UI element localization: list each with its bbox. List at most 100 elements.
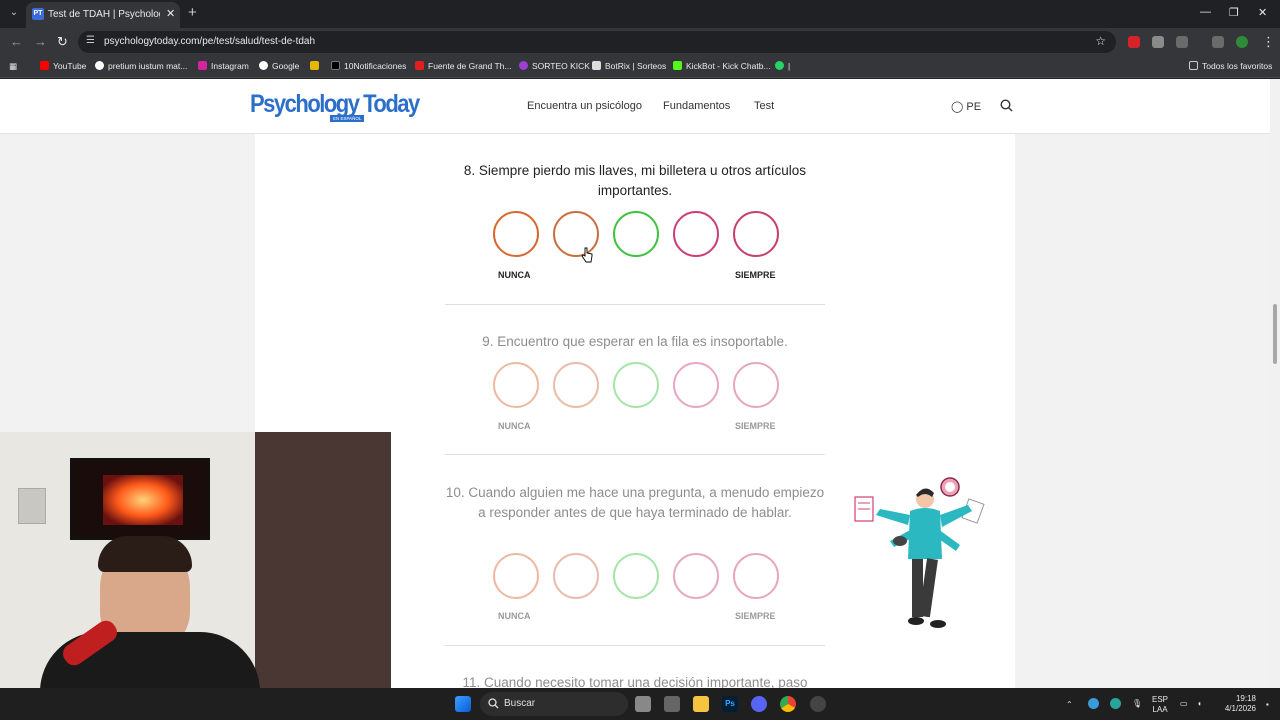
bookmark-google[interactable]: Google (259, 61, 299, 71)
windows-start-icon[interactable] (455, 696, 471, 712)
q9-label-low: NUNCA (498, 421, 531, 431)
webcam-overlay (0, 432, 391, 688)
photoshop-icon[interactable]: Ps (722, 696, 738, 712)
q10-option-5[interactable] (733, 553, 779, 599)
app-icon[interactable] (664, 696, 680, 712)
bookmark-youtube[interactable]: YouTube (40, 61, 86, 71)
lang-text: ESP (1152, 695, 1169, 704)
google-icon (259, 61, 268, 70)
task-view-icon[interactable] (635, 696, 651, 712)
q8-option-5[interactable] (733, 211, 779, 257)
all-bookmarks[interactable]: Todos los favoritos (1189, 61, 1272, 71)
wall-panel (18, 488, 46, 524)
page-scrollbar[interactable] (1270, 79, 1280, 688)
tv-screen (70, 458, 210, 540)
person-hair (98, 536, 192, 572)
logo-subtitle: EN ESPAÑOL (330, 115, 365, 122)
tray-app-icon[interactable] (1088, 698, 1099, 709)
q8-option-4[interactable] (673, 211, 719, 257)
nav-tests[interactable]: Test (754, 100, 774, 112)
whatsapp-icon (775, 61, 784, 70)
q10-option-1[interactable] (493, 553, 539, 599)
time-text: 19:18 (1235, 694, 1256, 703)
q9-label-high: SIEMPRE (735, 421, 776, 431)
region-selector[interactable]: ◯ PE (951, 100, 981, 113)
scrollbar-thumb[interactable] (1273, 304, 1277, 364)
app-icon[interactable] (810, 696, 826, 712)
volume-icon[interactable]: ◖ (1197, 699, 1202, 709)
bookmark-instagram[interactable]: Instagram (198, 61, 249, 71)
bookmark-whatsapp[interactable]: | (775, 61, 790, 71)
q8-label-low: NUNCA (498, 270, 531, 280)
chrome-icon[interactable] (780, 696, 796, 712)
q9-option-1[interactable] (493, 362, 539, 408)
avatar[interactable] (1236, 36, 1248, 48)
nav-basics[interactable]: Fundamentos (663, 100, 730, 112)
language-indicator[interactable]: ESP LAA (1152, 695, 1168, 715)
folder-icon (1189, 61, 1198, 70)
bookmark-botrix[interactable]: BotRix | Sorteos (592, 61, 666, 71)
divider (445, 645, 825, 646)
menu-icon[interactable]: ⋮ (1262, 34, 1275, 50)
bookmark-extension[interactable] (310, 61, 323, 71)
q10-label-low: NUNCA (498, 611, 531, 621)
fireplace-image (103, 475, 183, 525)
clock[interactable]: 19:18 4/1/2026 (1216, 694, 1256, 714)
q10-label-high: SIEMPRE (735, 611, 776, 621)
favicon-icon: PT (32, 8, 44, 20)
lang-layout-text: LAA (1152, 705, 1168, 714)
bookmark-kickbot[interactable]: KickBot - Kick Chatb... (673, 61, 771, 71)
minimize-icon[interactable]: — (1200, 6, 1211, 18)
discord-icon[interactable] (751, 696, 767, 712)
puzzle-icon[interactable] (1176, 36, 1188, 48)
q10-option-3[interactable] (613, 553, 659, 599)
question-8-text: 8. Siempre pierdo mis llaves, mi billete… (463, 163, 807, 198)
reload-icon[interactable]: ↻ (57, 34, 68, 50)
media-icon[interactable] (1212, 36, 1224, 48)
nav-find-psychologist[interactable]: Encuentra un psicólogo (527, 100, 642, 112)
new-tab-icon[interactable]: + (188, 4, 197, 21)
close-tab-icon[interactable]: ✕ (166, 7, 175, 20)
address-bar[interactable]: ☰ psychologytoday.com/pe/test/salud/test… (78, 31, 1116, 53)
q9-option-3[interactable] (613, 362, 659, 408)
q10-option-4[interactable] (673, 553, 719, 599)
bookmark-fuente[interactable]: Fuente de Grand Th... (415, 61, 511, 71)
q8-option-3[interactable] (613, 211, 659, 257)
notification-icon[interactable]: ▪ (1266, 700, 1269, 710)
windows-taskbar: Buscar Ps ⌃ 🎙 ESP LAA ▭ ◖ 19:18 4/1/2026 ▪ (0, 688, 1280, 720)
date-text: 4/1/2026 (1224, 704, 1256, 713)
tray-app-icon[interactable] (1110, 698, 1121, 709)
q9-option-4[interactable] (673, 362, 719, 408)
bookmark-sorteo-kick[interactable]: SORTEO KICK (519, 61, 590, 71)
extension-icon[interactable] (1128, 36, 1140, 48)
taskbar-search[interactable]: Buscar (480, 692, 628, 716)
site-info-icon[interactable]: ☰ (86, 35, 95, 46)
back-icon[interactable]: ← (10, 34, 23, 49)
window-close-icon[interactable]: ✕ (1258, 6, 1267, 19)
microphone-icon[interactable]: 🎙 (1132, 699, 1142, 709)
botrix-icon (592, 61, 601, 70)
q10-option-2[interactable] (553, 553, 599, 599)
hand-cursor-icon (581, 247, 593, 263)
bookmark-notificaciones[interactable]: 10Notificaciones (331, 61, 406, 71)
q9-option-5[interactable] (733, 362, 779, 408)
bookmark-pretium[interactable]: pretium iustum mat... (95, 61, 187, 71)
search-icon[interactable] (1000, 99, 1013, 112)
kick-icon (519, 61, 528, 70)
url-text: psychologytoday.com/pe/test/salud/test-d… (104, 36, 316, 47)
apps-icon[interactable]: ▦ (9, 61, 17, 72)
network-icon[interactable]: ▭ (1180, 699, 1188, 709)
file-explorer-icon[interactable] (693, 696, 709, 712)
tab-active[interactable]: PT Test de TDAH | Psychology Tod... ✕ (26, 2, 180, 28)
tray-overflow-icon[interactable]: ⌃ (1066, 700, 1073, 710)
restore-icon[interactable]: ❐ (1229, 6, 1239, 19)
taskbar-search-label: Buscar (504, 698, 536, 709)
q8-option-1[interactable] (493, 211, 539, 257)
tab-strip: ⌄ PT Test de TDAH | Psychology Tod... ✕ … (0, 0, 1280, 28)
extension-icon[interactable] (1152, 36, 1164, 48)
forward-icon[interactable]: → (34, 34, 47, 49)
tab-search-icon[interactable]: ⌄ (6, 5, 22, 21)
q9-option-2[interactable] (553, 362, 599, 408)
youtube-icon (40, 61, 49, 70)
bookmark-star-icon[interactable]: ☆ (1095, 34, 1106, 48)
